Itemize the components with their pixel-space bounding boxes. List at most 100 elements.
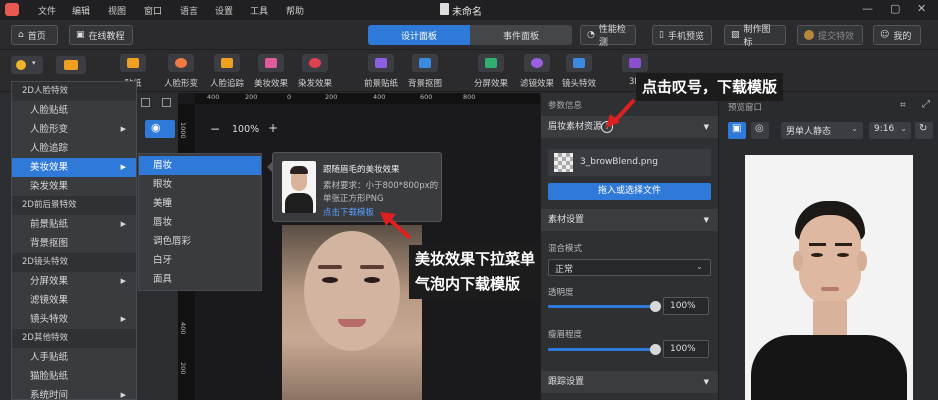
- upload-file-button[interactable]: 拖入或选择文件: [548, 183, 711, 200]
- menu-item-label: 镜头特效: [30, 314, 69, 325]
- mine-button[interactable]: ☺ 我的: [873, 25, 921, 45]
- layer-row-active[interactable]: ◉: [145, 120, 175, 138]
- collapse-icon[interactable]: ▼: [704, 371, 709, 393]
- submenu-item-contact-lens[interactable]: 美瞳: [139, 194, 261, 213]
- feat-face-deform[interactable]: 人脸形变: [158, 54, 204, 89]
- folder-icon: [64, 60, 78, 70]
- duplicate-icon[interactable]: [162, 98, 171, 107]
- home-button[interactable]: ⌂ 首页: [11, 25, 58, 45]
- make-icon-label: 制作图标: [743, 25, 771, 48]
- phone-preview-button[interactable]: ▯ 手机预览: [652, 25, 712, 45]
- feat-bg-matting[interactable]: 背景抠图: [402, 54, 448, 89]
- menu-item-face-sticker[interactable]: 人脸贴纸: [12, 101, 136, 120]
- feat-split-screen[interactable]: 分屏效果: [468, 54, 514, 89]
- eye-icon[interactable]: ◉: [151, 121, 161, 134]
- home-label: 首页: [27, 31, 46, 42]
- tab-event-panel[interactable]: 事件面板: [470, 25, 572, 45]
- menu-window[interactable]: 窗口: [144, 4, 162, 17]
- menu-group-2d-lens: 2D镜头特效: [12, 253, 136, 272]
- menu-settings[interactable]: 设置: [215, 4, 233, 17]
- menu-item-filter[interactable]: 滤镜效果: [12, 291, 136, 310]
- menu-help[interactable]: 帮助: [286, 4, 304, 17]
- menu-item-hand-sticker[interactable]: 人手贴纸: [12, 348, 136, 367]
- maximize-icon[interactable]: ▢: [890, 2, 900, 15]
- annotation-mid: 美妆效果下拉菜单 气泡内下载模版: [409, 245, 542, 299]
- tab-design-panel[interactable]: 设计面板: [368, 25, 470, 45]
- menu-bar: 文件 编辑 视图 窗口 语言 设置 工具 帮助 未命名 — ▢ ✕: [0, 0, 938, 20]
- expand-icon[interactable]: ⤢: [922, 99, 930, 110]
- menu-item-face-track[interactable]: 人脸追踪: [12, 139, 136, 158]
- minimize-icon[interactable]: —: [862, 2, 873, 15]
- feat-face-track[interactable]: 人脸追踪: [204, 54, 250, 89]
- submenu-item-mask[interactable]: 面具: [139, 270, 261, 289]
- menu-item-label: 人脸追踪: [30, 143, 69, 154]
- tracking-section-header[interactable]: 跟踪设置 ▼: [541, 371, 719, 393]
- submenu-item-eyebrow[interactable]: 眉妆: [139, 156, 261, 175]
- submenu-item-lipstick[interactable]: 唇妆: [139, 213, 261, 232]
- submit-effect-button[interactable]: 提交特效: [797, 25, 863, 45]
- menu-item-face-deform[interactable]: 人脸形变 ▶: [12, 120, 136, 139]
- ruler-h-label: 400: [373, 93, 386, 101]
- menu-file[interactable]: 文件: [38, 4, 56, 17]
- canvas-face-image: [282, 225, 422, 400]
- add-button[interactable]: ▾: [11, 56, 43, 74]
- zoom-out-button[interactable]: −: [210, 122, 220, 136]
- feat-foreground-sticker[interactable]: 前景贴纸: [358, 54, 404, 89]
- file-slot[interactable]: 3_browBlend.png: [548, 149, 711, 176]
- feat-filter[interactable]: 滤镜效果: [514, 54, 560, 89]
- model-select[interactable]: 男单人静态 ⌄: [781, 122, 863, 139]
- menu-language[interactable]: 语言: [180, 4, 198, 17]
- collapse-icon[interactable]: ▼: [704, 116, 709, 138]
- submenu-item-lip-gloss[interactable]: 调色唇彩: [139, 232, 261, 251]
- blend-mode-select[interactable]: 正常 ⌄: [548, 259, 711, 276]
- menu-item-bg-matting[interactable]: 背景抠图: [12, 234, 136, 253]
- zoom-in-button[interactable]: +: [268, 121, 278, 135]
- perf-check-button[interactable]: ◔ 性能检测: [580, 25, 636, 48]
- crop-icon[interactable]: ⌗: [900, 100, 906, 111]
- refresh-button[interactable]: ↻: [915, 122, 933, 139]
- slim-brow-input[interactable]: 100%: [663, 340, 709, 358]
- hair-dye-icon: [302, 54, 328, 72]
- close-icon[interactable]: ✕: [917, 2, 926, 15]
- image-icon: ▨: [731, 30, 740, 40]
- submenu-item-white-teeth[interactable]: 白牙: [139, 251, 261, 270]
- camera-mode-button[interactable]: ◎: [751, 122, 769, 139]
- menu-item-system-time[interactable]: 系统时间 ▶: [12, 386, 136, 400]
- menu-item-cat-face-sticker[interactable]: 猫脸贴纸: [12, 367, 136, 386]
- slim-brow-slider-knob[interactable]: [650, 344, 661, 355]
- ratio-select[interactable]: 9:16 ⌄: [869, 122, 911, 139]
- make-icon-button[interactable]: ▨ 制作图标: [724, 25, 786, 48]
- tutorial-button[interactable]: ▣ 在线教程: [69, 25, 133, 45]
- menu-edit[interactable]: 编辑: [72, 4, 90, 17]
- menu-tools[interactable]: 工具: [250, 4, 268, 17]
- preview-title: 预览窗口: [728, 103, 763, 113]
- feat-lens-effect[interactable]: 镜头特效: [556, 54, 602, 89]
- eye-left: [322, 277, 338, 283]
- menu-item-makeup[interactable]: 美妆效果 ▶: [12, 158, 136, 177]
- portrait-icon: ▣: [732, 123, 742, 134]
- eyebrow-left: [318, 265, 342, 269]
- opacity-slider-knob[interactable]: [650, 301, 661, 312]
- submit-label: 提交特效: [818, 31, 855, 42]
- settings-section-header[interactable]: 素材设置 ▼: [541, 209, 719, 231]
- tooltip-req-2: 单张正方形PNG: [323, 194, 384, 204]
- image-mode-button[interactable]: ▣: [728, 122, 746, 139]
- menu-item-label: 背景抠图: [30, 238, 69, 249]
- collapse-icon[interactable]: ▼: [704, 209, 709, 231]
- download-template-link[interactable]: 点击下载模板: [323, 206, 374, 218]
- settings-section-label: 素材设置: [548, 215, 585, 225]
- menu-item-lens-effect[interactable]: 镜头特效 ▶: [12, 310, 136, 329]
- feat-hair-dye[interactable]: 染发效果: [292, 54, 338, 89]
- menu-item-split-screen[interactable]: 分屏效果 ▶: [12, 272, 136, 291]
- folder-button[interactable]: [56, 56, 86, 74]
- copy-icon[interactable]: [141, 98, 150, 107]
- submenu-item-eye-makeup[interactable]: 眼妆: [139, 175, 261, 194]
- preview-shirt: [751, 335, 907, 400]
- menu-item-hair-dye[interactable]: 染发效果: [12, 177, 136, 196]
- model-select-value: 男单人静态: [786, 127, 832, 137]
- opacity-input[interactable]: 100%: [663, 297, 709, 315]
- menu-item-label: 美妆效果: [30, 162, 69, 173]
- menu-view[interactable]: 视图: [108, 4, 126, 17]
- feat-makeup[interactable]: 美妆效果: [248, 54, 294, 89]
- menu-item-foreground-sticker[interactable]: 前景贴纸 ▶: [12, 215, 136, 234]
